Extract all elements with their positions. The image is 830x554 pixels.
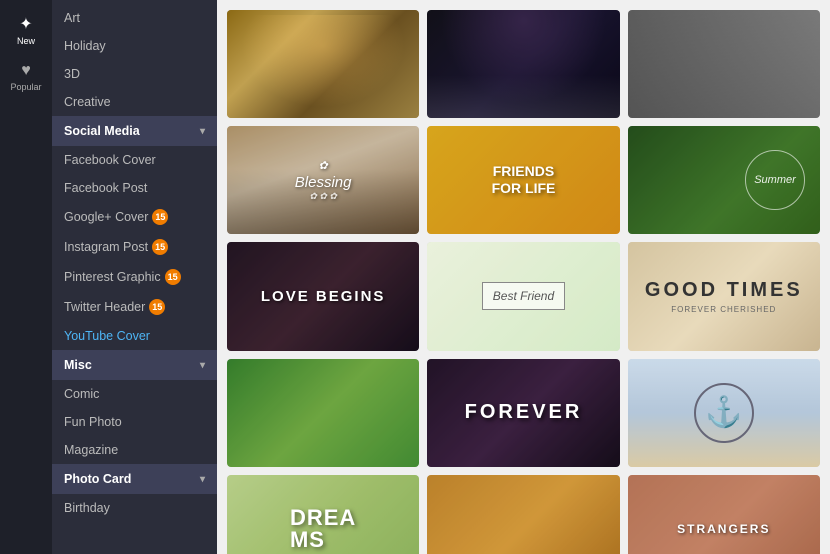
- icon-new-label: New: [17, 36, 35, 46]
- card-13[interactable]: DREAMS: [227, 475, 419, 554]
- forever-text: FOREVER: [465, 401, 583, 424]
- sidebar-item-google-cover[interactable]: Google+ Cover 15: [52, 202, 217, 232]
- card-10[interactable]: [227, 359, 419, 467]
- card-2[interactable]: [427, 10, 619, 118]
- chevron-down-icon: ▾: [200, 126, 205, 137]
- wedding-text: Blessing: [295, 174, 352, 191]
- sidebar-item-twitter-header[interactable]: Twitter Header 15: [52, 292, 217, 322]
- sidebar-item-holiday[interactable]: Holiday: [52, 32, 217, 60]
- card-11[interactable]: FOREVER: [427, 359, 619, 467]
- main-content: ✿ Blessing ✿ ✿ ✿ FRIENDSFOR LIFE Summer …: [217, 0, 830, 554]
- instagram-post-badge: 15: [152, 239, 168, 255]
- strangers-text: STRANGERS: [677, 522, 770, 536]
- card-4[interactable]: ✿ Blessing ✿ ✿ ✿: [227, 126, 419, 234]
- bestfriend-text: Best Friend: [482, 282, 565, 310]
- card-12[interactable]: ⚓: [628, 359, 820, 467]
- sidebar-item-facebook-post[interactable]: Facebook Post: [52, 174, 217, 202]
- sidebar-item-instagram-post[interactable]: Instagram Post 15: [52, 232, 217, 262]
- popular-icon: ♥: [21, 62, 31, 80]
- card-3[interactable]: [628, 10, 820, 118]
- sidebar-item-magazine[interactable]: Magazine: [52, 436, 217, 464]
- sidebar-item-facebook-cover[interactable]: Facebook Cover: [52, 146, 217, 174]
- pinterest-badge: 15: [165, 269, 181, 285]
- card-8[interactable]: Best Friend: [427, 242, 619, 350]
- chevron-down-icon-photocard: ▾: [200, 474, 205, 485]
- sidebar-item-fun-photo[interactable]: Fun Photo: [52, 408, 217, 436]
- sidebar-item-creative[interactable]: Creative: [52, 88, 217, 116]
- sidebar-item-3d[interactable]: 3D: [52, 60, 217, 88]
- card-7[interactable]: LOVE BEGINS: [227, 242, 419, 350]
- sidebar-item-art[interactable]: Art: [52, 4, 217, 32]
- goodtimes-text: GOOD TIMES: [645, 279, 803, 302]
- card-15[interactable]: STRANGERS: [628, 475, 820, 554]
- card-5[interactable]: FRIENDSFOR LIFE: [427, 126, 619, 234]
- card-6[interactable]: Summer: [628, 126, 820, 234]
- card-1[interactable]: [227, 10, 419, 118]
- card-9[interactable]: GOOD TIMES FOREVER CHERISHED: [628, 242, 820, 350]
- sidebar-item-pinterest-graphic[interactable]: Pinterest Graphic 15: [52, 262, 217, 292]
- anchor-icon: ⚓: [694, 383, 754, 443]
- sidebar-item-youtube-cover[interactable]: YouTube Cover: [52, 322, 217, 350]
- icon-bar: ✦ New ♥ Popular: [0, 0, 52, 554]
- sidebar: Art Holiday 3D Creative Social Media ▾ F…: [52, 0, 217, 554]
- sidebar-item-comic[interactable]: Comic: [52, 380, 217, 408]
- icon-popular[interactable]: ♥ Popular: [0, 56, 52, 98]
- card-14[interactable]: [427, 475, 619, 554]
- icon-new[interactable]: ✦ New: [0, 8, 52, 52]
- template-grid: ✿ Blessing ✿ ✿ ✿ FRIENDSFOR LIFE Summer …: [227, 10, 820, 554]
- sidebar-section-photo-card[interactable]: Photo Card ▾: [52, 464, 217, 494]
- summer-text: Summer: [745, 150, 805, 210]
- love-text: LOVE BEGINS: [261, 288, 386, 305]
- google-cover-badge: 15: [152, 209, 168, 225]
- sidebar-section-misc[interactable]: Misc ▾: [52, 350, 217, 380]
- icon-popular-label: Popular: [10, 82, 41, 92]
- photo-card-label: Photo Card: [64, 472, 131, 486]
- dreams-text: DREAMS: [290, 507, 356, 551]
- sidebar-item-birthday[interactable]: Birthday: [52, 494, 217, 522]
- twitter-badge: 15: [149, 299, 165, 315]
- sidebar-section-social-media[interactable]: Social Media ▾: [52, 116, 217, 146]
- friends-text: FRIENDSFOR LIFE: [492, 163, 556, 197]
- social-media-label: Social Media: [64, 124, 140, 138]
- new-icon: ✦: [19, 14, 32, 34]
- misc-label: Misc: [64, 358, 92, 372]
- chevron-down-icon-misc: ▾: [200, 360, 205, 371]
